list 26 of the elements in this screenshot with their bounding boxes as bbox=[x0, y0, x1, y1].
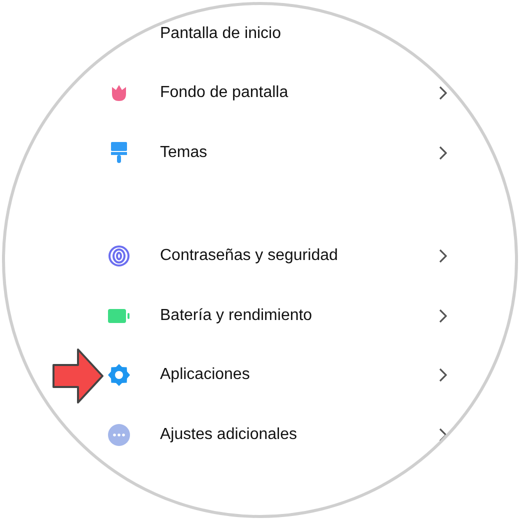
tulip-icon bbox=[109, 83, 129, 104]
settings-row[interactable]: Contraseñas y seguridad bbox=[5, 226, 515, 286]
chevron-icon bbox=[439, 428, 447, 442]
chevron-icon bbox=[439, 308, 447, 323]
chevron-icon bbox=[439, 368, 447, 382]
row-label: Contraseñas y seguridad bbox=[160, 246, 339, 266]
row-label: Pantalla de inicio bbox=[160, 24, 282, 44]
settings-row[interactable]: Temas bbox=[5, 123, 515, 182]
chevron-icon bbox=[439, 86, 447, 100]
more-icon bbox=[108, 424, 130, 446]
row-label: Fondo de pantalla bbox=[160, 83, 290, 104]
gear-icon bbox=[108, 364, 130, 386]
settings-row[interactable]: Pantalla de inicio bbox=[5, 5, 515, 64]
chevron-icon bbox=[439, 146, 447, 160]
row-label: Batería y rendimiento bbox=[160, 306, 314, 326]
settings-row[interactable]: Batería y rendimiento bbox=[5, 286, 515, 346]
settings-row[interactable]: Ajustes adicionales bbox=[5, 405, 515, 464]
settings-row[interactable]: Aplicaciones bbox=[5, 346, 515, 405]
settings-row[interactable]: Fondo de pantalla bbox=[5, 64, 515, 123]
chevron-icon bbox=[439, 249, 447, 264]
paint-roller-icon bbox=[111, 142, 127, 164]
row-label: Temas bbox=[160, 142, 208, 163]
battery-icon bbox=[108, 308, 130, 323]
fingerprint-icon bbox=[108, 245, 130, 268]
row-label: Aplicaciones bbox=[160, 365, 251, 386]
row-label: Ajustes adicionales bbox=[160, 424, 298, 445]
